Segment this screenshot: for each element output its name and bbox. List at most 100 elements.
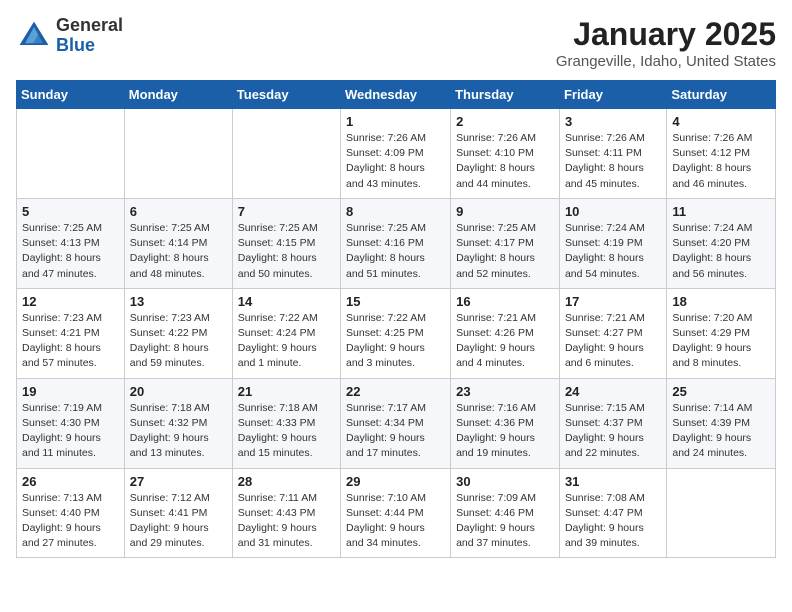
weekday-header: Thursday <box>451 81 560 109</box>
day-detail: Sunrise: 7:26 AM Sunset: 4:10 PM Dayligh… <box>456 131 554 192</box>
day-detail: Sunrise: 7:25 AM Sunset: 4:16 PM Dayligh… <box>346 221 445 282</box>
day-detail: Sunrise: 7:17 AM Sunset: 4:34 PM Dayligh… <box>346 401 445 462</box>
day-detail: Sunrise: 7:22 AM Sunset: 4:25 PM Dayligh… <box>346 311 445 372</box>
day-number: 31 <box>565 474 661 489</box>
day-number: 5 <box>22 204 119 219</box>
day-number: 12 <box>22 294 119 309</box>
calendar-cell <box>124 109 232 199</box>
day-detail: Sunrise: 7:23 AM Sunset: 4:21 PM Dayligh… <box>22 311 119 372</box>
day-number: 28 <box>238 474 335 489</box>
day-detail: Sunrise: 7:18 AM Sunset: 4:32 PM Dayligh… <box>130 401 227 462</box>
calendar-cell: 6 Sunrise: 7:25 AM Sunset: 4:14 PM Daylig… <box>124 198 232 288</box>
calendar-cell: 4Sunrise: 7:26 AM Sunset: 4:12 PM Daylig… <box>667 109 776 199</box>
day-number: 19 <box>22 384 119 399</box>
calendar-cell: 21Sunrise: 7:18 AM Sunset: 4:33 PM Dayli… <box>232 378 340 468</box>
weekday-header: Saturday <box>667 81 776 109</box>
day-detail: Sunrise: 7:24 AM Sunset: 4:19 PM Dayligh… <box>565 221 661 282</box>
calendar-cell: 13 Sunrise: 7:23 AM Sunset: 4:22 PM Dayli… <box>124 288 232 378</box>
calendar-cell: 20 Sunrise: 7:18 AM Sunset: 4:32 PM Dayli… <box>124 378 232 468</box>
day-number: 10 <box>565 204 661 219</box>
logo-text: General Blue <box>56 16 123 56</box>
calendar-cell: 7 Sunrise: 7:25 AM Sunset: 4:15 PM Daylig… <box>232 198 340 288</box>
calendar-cell: 14 Sunrise: 7:22 AM Sunset: 4:24 PM Dayli… <box>232 288 340 378</box>
day-detail: Sunrise: 7:19 AM Sunset: 4:30 PM Dayligh… <box>22 401 119 462</box>
weekday-header: Tuesday <box>232 81 340 109</box>
day-detail: Sunrise: 7:13 AM Sunset: 4:40 PM Dayligh… <box>22 491 119 552</box>
calendar-cell: 29 Sunrise: 7:10 AM Sunset: 4:44 PM Dayli… <box>341 468 451 558</box>
calendar-cell: 10 Sunrise: 7:24 AM Sunset: 4:19 PM Dayli… <box>559 198 666 288</box>
calendar-cell: 9 Sunrise: 7:25 AM Sunset: 4:17 PM Daylig… <box>451 198 560 288</box>
calendar-cell: 5Sunrise: 7:25 AM Sunset: 4:13 PM Daylig… <box>17 198 125 288</box>
calendar-cell: 22 Sunrise: 7:17 AM Sunset: 4:34 PM Dayli… <box>341 378 451 468</box>
day-detail: Sunrise: 7:25 AM Sunset: 4:17 PM Dayligh… <box>456 221 554 282</box>
calendar-cell: 23Sunrise: 7:16 AM Sunset: 4:36 PM Dayli… <box>451 378 560 468</box>
day-detail: Sunrise: 7:09 AM Sunset: 4:46 PM Dayligh… <box>456 491 554 552</box>
day-number: 29 <box>346 474 445 489</box>
calendar-week-row: 12 Sunrise: 7:23 AM Sunset: 4:21 PM Dayli… <box>17 288 776 378</box>
day-number: 23 <box>456 384 554 399</box>
day-number: 1 <box>346 114 445 129</box>
day-number: 30 <box>456 474 554 489</box>
day-detail: Sunrise: 7:20 AM Sunset: 4:29 PM Dayligh… <box>672 311 770 372</box>
calendar-cell: 25Sunrise: 7:14 AM Sunset: 4:39 PM Dayli… <box>667 378 776 468</box>
day-number: 18 <box>672 294 770 309</box>
calendar-cell: 8 Sunrise: 7:25 AM Sunset: 4:16 PM Daylig… <box>341 198 451 288</box>
day-detail: Sunrise: 7:21 AM Sunset: 4:27 PM Dayligh… <box>565 311 661 372</box>
day-detail: Sunrise: 7:18 AM Sunset: 4:33 PM Dayligh… <box>238 401 335 462</box>
logo: General Blue <box>16 16 123 56</box>
day-detail: Sunrise: 7:22 AM Sunset: 4:24 PM Dayligh… <box>238 311 335 372</box>
calendar-cell: 28 Sunrise: 7:11 AM Sunset: 4:43 PM Dayli… <box>232 468 340 558</box>
calendar-cell: 2 Sunrise: 7:26 AM Sunset: 4:10 PM Daylig… <box>451 109 560 199</box>
day-detail: Sunrise: 7:24 AM Sunset: 4:20 PM Dayligh… <box>672 221 770 282</box>
calendar-cell: 15Sunrise: 7:22 AM Sunset: 4:25 PM Dayli… <box>341 288 451 378</box>
day-number: 13 <box>130 294 227 309</box>
calendar-cell: 24Sunrise: 7:15 AM Sunset: 4:37 PM Dayli… <box>559 378 666 468</box>
day-number: 3 <box>565 114 661 129</box>
day-number: 6 <box>130 204 227 219</box>
day-number: 11 <box>672 204 770 219</box>
calendar-cell: 16 Sunrise: 7:21 AM Sunset: 4:26 PM Dayli… <box>451 288 560 378</box>
calendar: SundayMondayTuesdayWednesdayThursdayFrid… <box>16 80 776 558</box>
day-number: 20 <box>130 384 227 399</box>
day-detail: Sunrise: 7:11 AM Sunset: 4:43 PM Dayligh… <box>238 491 335 552</box>
calendar-cell: 11 Sunrise: 7:24 AM Sunset: 4:20 PM Dayli… <box>667 198 776 288</box>
calendar-cell: 27 Sunrise: 7:12 AM Sunset: 4:41 PM Dayli… <box>124 468 232 558</box>
page-header: General Blue January 2025 Grangeville, I… <box>16 16 776 70</box>
calendar-cell: 31 Sunrise: 7:08 AM Sunset: 4:47 PM Dayli… <box>559 468 666 558</box>
day-detail: Sunrise: 7:26 AM Sunset: 4:11 PM Dayligh… <box>565 131 661 192</box>
day-number: 8 <box>346 204 445 219</box>
calendar-week-row: 19 Sunrise: 7:19 AM Sunset: 4:30 PM Dayli… <box>17 378 776 468</box>
day-number: 27 <box>130 474 227 489</box>
day-detail: Sunrise: 7:26 AM Sunset: 4:12 PM Dayligh… <box>672 131 770 192</box>
day-detail: Sunrise: 7:08 AM Sunset: 4:47 PM Dayligh… <box>565 491 661 552</box>
day-detail: Sunrise: 7:10 AM Sunset: 4:44 PM Dayligh… <box>346 491 445 552</box>
calendar-cell: 12 Sunrise: 7:23 AM Sunset: 4:21 PM Dayli… <box>17 288 125 378</box>
day-detail: Sunrise: 7:12 AM Sunset: 4:41 PM Dayligh… <box>130 491 227 552</box>
weekday-header-row: SundayMondayTuesdayWednesdayThursdayFrid… <box>17 81 776 109</box>
calendar-cell: 18 Sunrise: 7:20 AM Sunset: 4:29 PM Dayli… <box>667 288 776 378</box>
day-detail: Sunrise: 7:25 AM Sunset: 4:14 PM Dayligh… <box>130 221 227 282</box>
day-number: 24 <box>565 384 661 399</box>
day-detail: Sunrise: 7:23 AM Sunset: 4:22 PM Dayligh… <box>130 311 227 372</box>
day-number: 9 <box>456 204 554 219</box>
weekday-header: Sunday <box>17 81 125 109</box>
day-detail: Sunrise: 7:26 AM Sunset: 4:09 PM Dayligh… <box>346 131 445 192</box>
calendar-cell: 17 Sunrise: 7:21 AM Sunset: 4:27 PM Dayli… <box>559 288 666 378</box>
weekday-header: Wednesday <box>341 81 451 109</box>
day-number: 17 <box>565 294 661 309</box>
month-year: January 2025 <box>556 16 776 53</box>
day-number: 14 <box>238 294 335 309</box>
calendar-week-row: 26Sunrise: 7:13 AM Sunset: 4:40 PM Dayli… <box>17 468 776 558</box>
day-number: 22 <box>346 384 445 399</box>
day-detail: Sunrise: 7:25 AM Sunset: 4:15 PM Dayligh… <box>238 221 335 282</box>
day-number: 16 <box>456 294 554 309</box>
calendar-cell: 30 Sunrise: 7:09 AM Sunset: 4:46 PM Dayli… <box>451 468 560 558</box>
day-number: 2 <box>456 114 554 129</box>
day-detail: Sunrise: 7:14 AM Sunset: 4:39 PM Dayligh… <box>672 401 770 462</box>
calendar-cell: 3 Sunrise: 7:26 AM Sunset: 4:11 PM Daylig… <box>559 109 666 199</box>
day-number: 7 <box>238 204 335 219</box>
calendar-cell: 19 Sunrise: 7:19 AM Sunset: 4:30 PM Dayli… <box>17 378 125 468</box>
calendar-week-row: 5Sunrise: 7:25 AM Sunset: 4:13 PM Daylig… <box>17 198 776 288</box>
day-detail: Sunrise: 7:21 AM Sunset: 4:26 PM Dayligh… <box>456 311 554 372</box>
calendar-cell <box>232 109 340 199</box>
